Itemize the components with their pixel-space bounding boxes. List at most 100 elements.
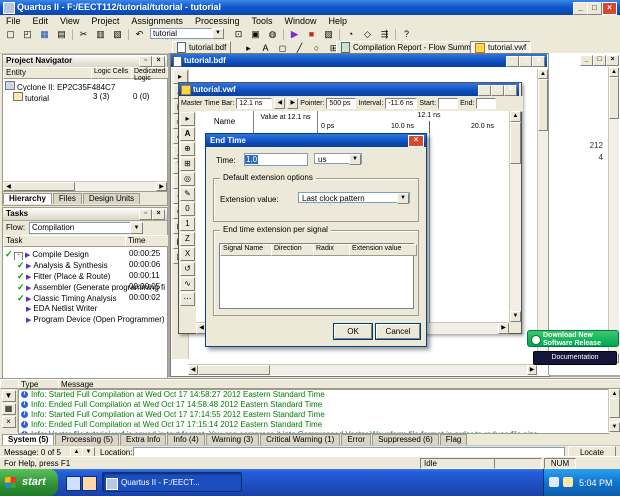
pn-col-logic-cells[interactable]: Logic Cells bbox=[91, 67, 135, 79]
pin-icon[interactable]: ▫ bbox=[139, 56, 152, 67]
bdf-title-bar[interactable]: tutorial.bdf _ □ × bbox=[171, 54, 547, 67]
vwf-title-bar[interactable]: tutorial.vwf _ □ × bbox=[179, 83, 519, 96]
task-row[interactable]: ✓ - ▶ Compile Design 00:00:25 bbox=[5, 249, 165, 260]
scroll-down-icon[interactable]: ▼ bbox=[510, 311, 521, 322]
replace-icon[interactable]: ✎ bbox=[180, 187, 195, 201]
restore-button[interactable]: □ bbox=[593, 55, 606, 66]
scroll-down-icon[interactable]: ▼ bbox=[609, 422, 620, 432]
col-extension-value[interactable]: Extension value bbox=[349, 244, 417, 256]
menu-project[interactable]: Project bbox=[85, 15, 125, 27]
tab-flag[interactable]: Flag bbox=[439, 434, 468, 445]
menu-view[interactable]: View bbox=[54, 15, 85, 27]
task-row[interactable]: ▶ Program Device (Open Programmer) bbox=[17, 315, 165, 326]
scroll-right-icon[interactable]: ▶ bbox=[498, 323, 509, 334]
save-messages-icon[interactable]: ▦ bbox=[1, 403, 16, 415]
cut-icon[interactable]: ✂ bbox=[76, 27, 91, 41]
next-edge-icon[interactable]: ▶ bbox=[287, 98, 299, 109]
minimize-button[interactable]: _ bbox=[506, 56, 519, 67]
documentation-button[interactable]: Documentation bbox=[533, 351, 617, 365]
minimize-button[interactable]: _ bbox=[573, 2, 588, 15]
tray-icon[interactable] bbox=[549, 477, 559, 487]
full-screen-icon[interactable]: ⊞ bbox=[180, 157, 195, 171]
scroll-thumb[interactable] bbox=[609, 77, 619, 119]
ok-button[interactable]: OK bbox=[333, 323, 373, 340]
scroll-up-icon[interactable]: ▲ bbox=[609, 67, 619, 77]
value-column-header[interactable]: Value at 12.1 ns bbox=[254, 111, 318, 133]
print-icon[interactable]: ▤ bbox=[54, 27, 69, 41]
maximize-button[interactable]: □ bbox=[587, 2, 602, 15]
scroll-right-icon[interactable]: ▶ bbox=[527, 365, 537, 375]
settings-icon[interactable]: ⊡ bbox=[231, 27, 246, 41]
scroll-up-icon[interactable]: ▲ bbox=[510, 111, 521, 122]
pn-tab-hierarchy[interactable]: Hierarchy bbox=[3, 193, 52, 204]
report-vertical-scrollbar[interactable]: ▲ ▼ bbox=[608, 67, 619, 363]
chevron-down-icon[interactable]: ▼ bbox=[397, 193, 409, 204]
scroll-thumb[interactable] bbox=[609, 398, 620, 418]
time-unit-select[interactable]: us ▼ bbox=[314, 153, 362, 165]
text-tool-icon[interactable]: A bbox=[180, 127, 195, 141]
selection-tool-icon[interactable]: ▸ bbox=[180, 112, 195, 126]
scroll-thumb[interactable] bbox=[510, 122, 521, 164]
undo-icon[interactable]: ↶ bbox=[132, 27, 147, 41]
col-direction[interactable]: Direction bbox=[271, 244, 317, 256]
start-button[interactable]: start bbox=[0, 469, 58, 496]
time-marker-line[interactable] bbox=[429, 121, 430, 133]
close-button[interactable]: × bbox=[602, 2, 617, 15]
invert-icon[interactable]: ↺ bbox=[180, 262, 195, 276]
messages-col-message[interactable]: Message bbox=[58, 379, 620, 389]
value-x-icon[interactable]: X bbox=[180, 247, 195, 261]
timing-analyzer-icon[interactable]: ◔ bbox=[343, 27, 358, 41]
pin-icon[interactable]: ▫ bbox=[139, 209, 152, 220]
tab-warning[interactable]: Warning (3) bbox=[205, 434, 260, 445]
search-input[interactable] bbox=[150, 28, 214, 39]
new-file-icon[interactable]: ▢ bbox=[3, 27, 18, 41]
extension-value-select[interactable]: Last clock pattern ▼ bbox=[298, 192, 410, 204]
close-button[interactable]: × bbox=[504, 85, 517, 96]
pn-horizontal-scrollbar[interactable]: ◀ ▶ bbox=[3, 181, 167, 191]
bdf-vertical-scrollbar[interactable]: ▲ ▼ bbox=[537, 69, 548, 364]
tab-error[interactable]: Error bbox=[341, 434, 372, 445]
start-compilation-icon[interactable]: ▶ bbox=[287, 27, 302, 41]
chevron-down-icon[interactable]: ▼ bbox=[130, 222, 143, 234]
quick-launch-icon[interactable] bbox=[82, 476, 97, 491]
clock-icon[interactable]: ∿ bbox=[180, 277, 195, 291]
time-marker-line[interactable] bbox=[429, 133, 430, 322]
pn-row-tutorial[interactable]: tutorial 3 (3) 0 (0) bbox=[13, 92, 167, 102]
master-time-value[interactable]: 12.1 ns bbox=[236, 98, 273, 109]
scroll-thumb[interactable] bbox=[538, 79, 548, 131]
tab-system[interactable]: System (5) bbox=[2, 434, 55, 445]
scroll-thumb[interactable] bbox=[13, 182, 75, 191]
minimize-button[interactable]: _ bbox=[478, 85, 491, 96]
title-bar[interactable]: Quartus II - F:/EECT112/tutorial/tutoria… bbox=[0, 0, 620, 15]
messages-vertical-scrollbar[interactable]: ▲ ▼ bbox=[608, 389, 620, 432]
copy-icon[interactable]: ▥ bbox=[93, 27, 108, 41]
filter-icon[interactable]: ▼ bbox=[1, 390, 16, 402]
programmer-icon[interactable]: ⇶ bbox=[377, 27, 392, 41]
project-search-combo[interactable]: ▼ bbox=[150, 28, 224, 39]
close-icon[interactable]: × bbox=[408, 135, 424, 147]
tab-extra-info[interactable]: Extra Info bbox=[120, 434, 167, 445]
maximize-button[interactable]: □ bbox=[491, 85, 504, 96]
tasks-col-time[interactable]: Time bbox=[125, 235, 171, 247]
col-signal-name[interactable]: Signal Name bbox=[220, 244, 275, 256]
assignment-editor-icon[interactable]: ▣ bbox=[248, 27, 263, 41]
scroll-right-icon[interactable]: ▶ bbox=[156, 182, 167, 191]
task-row[interactable]: ✓▶ Fitter (Place & Route) 00:00:11 bbox=[17, 271, 165, 282]
vwf-vertical-scrollbar[interactable]: ▲ ▼ bbox=[509, 111, 521, 322]
chevron-down-icon[interactable]: ▼ bbox=[349, 154, 361, 165]
count-value-icon[interactable]: ⋯ bbox=[180, 292, 195, 306]
value-z-icon[interactable]: Z bbox=[180, 232, 195, 246]
taskbar-task-button[interactable]: Quartus II - F:/EECT... bbox=[102, 472, 242, 492]
task-row[interactable]: ✓▶ Classic Timing Analysis 00:00:02 bbox=[17, 293, 165, 304]
scroll-thumb[interactable] bbox=[198, 365, 270, 375]
message-row[interactable]: i Info: Started Full Compilation at Wed O… bbox=[19, 410, 609, 420]
close-panel-icon[interactable]: × bbox=[152, 56, 165, 67]
bdf-horizontal-scrollbar[interactable]: ◀ ▶ bbox=[188, 364, 537, 375]
pn-tab-design-units[interactable]: Design Units bbox=[82, 193, 141, 204]
menu-file[interactable]: File bbox=[0, 15, 27, 27]
clear-messages-icon[interactable]: × bbox=[1, 416, 16, 428]
menu-assignments[interactable]: Assignments bbox=[125, 15, 189, 27]
task-row[interactable]: ✓▶ Analysis & Synthesis 00:00:06 bbox=[17, 260, 165, 271]
scroll-left-icon[interactable]: ◀ bbox=[188, 365, 198, 375]
pn-row-device[interactable]: Cyclone II: EP2C35F484C7 bbox=[5, 81, 165, 91]
